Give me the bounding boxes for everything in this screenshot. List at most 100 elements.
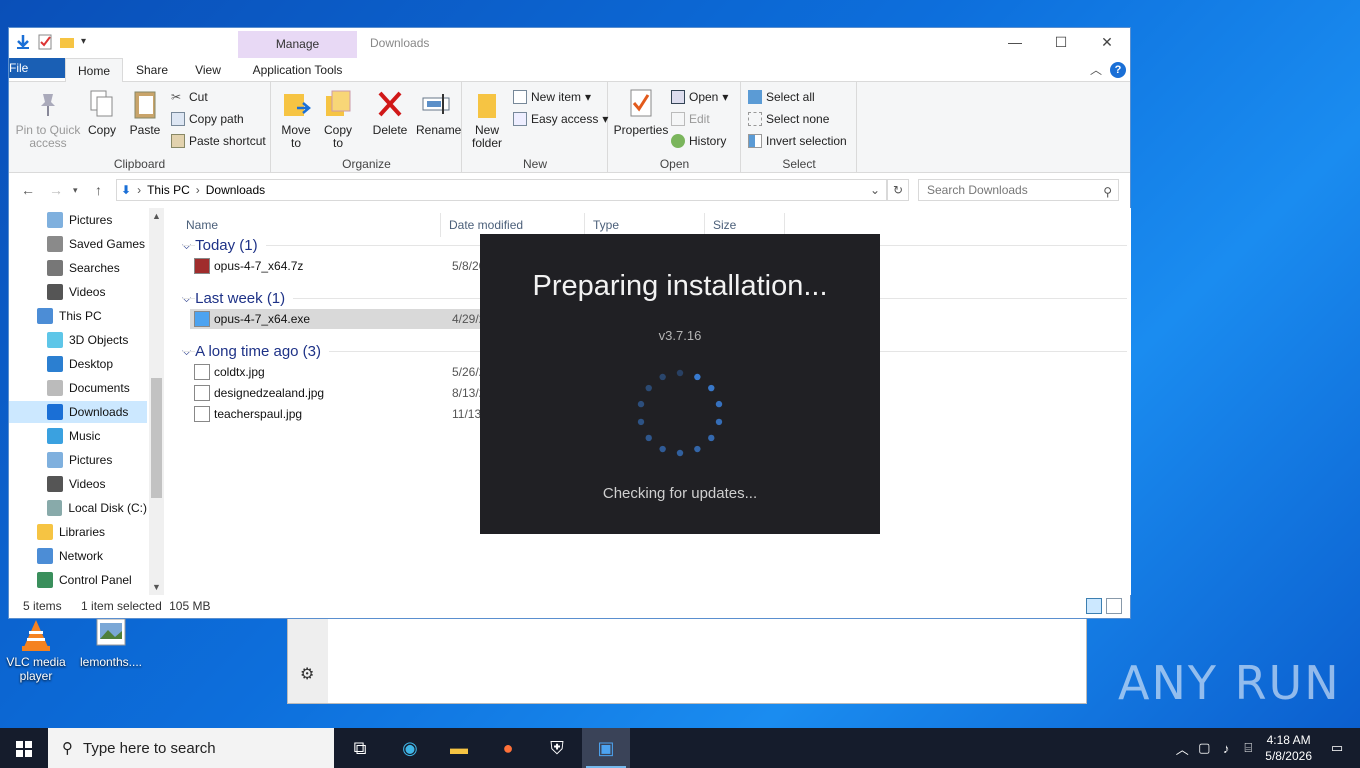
large-icons-view-icon[interactable] (1106, 598, 1122, 614)
new-item-button[interactable]: New item ▾ (513, 90, 591, 104)
address-bar[interactable]: ⬇ › This PC › Downloads ⌄ (116, 179, 887, 201)
nav-item-libraries[interactable]: Libraries (9, 521, 147, 543)
spinner-dot (694, 445, 701, 453)
edge-browser-icon[interactable]: ◉ (386, 728, 434, 768)
nav-item-label: Libraries (59, 525, 106, 539)
installer-app-icon[interactable]: ▣ (582, 728, 630, 768)
nav-item-desktop[interactable]: Desktop (9, 353, 147, 375)
paste-button[interactable]: Paste (127, 88, 163, 137)
back-arrow-icon[interactable]: ← (21, 182, 35, 198)
properties-qat-icon[interactable] (37, 34, 53, 50)
file-row[interactable]: teacherspaul.jpg 11/13/ (190, 404, 484, 424)
rename-button[interactable]: Rename (416, 88, 461, 137)
nav-item-control-panel[interactable]: Control Panel (9, 569, 147, 591)
scroll-thumb[interactable] (151, 378, 162, 498)
paste-shortcut-button[interactable]: Paste shortcut (171, 134, 266, 148)
pin-quick-access-button[interactable]: Pin to Quick access (13, 88, 83, 150)
scroll-up-icon[interactable]: ▲ (149, 211, 164, 221)
network-icon[interactable]: ⌸ (1237, 740, 1259, 756)
copy-path-button[interactable]: Copy path (171, 112, 244, 126)
breadcrumb-downloads[interactable]: Downloads (206, 183, 265, 197)
clock[interactable]: 4:18 AM 5/8/2026 (1265, 732, 1312, 764)
nav-item-pictures[interactable]: Pictures (9, 209, 147, 231)
desktop-icon-vlc[interactable]: VLC media player (0, 617, 72, 683)
nav-item-label: Music (69, 429, 101, 443)
nav-item-3d-objects[interactable]: 3D Objects (9, 329, 147, 351)
minimize-button[interactable]: — (992, 28, 1038, 56)
download-arrow-icon (15, 34, 31, 50)
nav-item-searches[interactable]: Searches (9, 257, 147, 279)
forward-arrow-icon[interactable]: → (49, 182, 63, 198)
nav-item-documents[interactable]: Documents (9, 377, 147, 399)
invert-selection-button[interactable]: Invert selection (748, 134, 847, 148)
maximize-button[interactable]: ☐ (1038, 28, 1084, 56)
new-folder-button[interactable]: New folder (469, 88, 505, 150)
nav-item-local-disk-c[interactable]: Local Disk (C:) (9, 497, 147, 519)
file-row[interactable]: opus-4-7_x64.exe 4/29/2 (190, 309, 490, 329)
ribbon-tabs: File Home Share View Application Tools ︿… (9, 58, 1130, 83)
file-row[interactable]: opus-4-7_x64.7z 5/8/20 (190, 256, 485, 276)
details-view-icon[interactable] (1086, 598, 1102, 614)
chevron-down-icon[interactable]: ▾ (81, 34, 91, 50)
nav-item-pictures[interactable]: Pictures (9, 449, 147, 471)
new-folder-icon (472, 88, 502, 120)
scroll-down-icon[interactable]: ▼ (149, 582, 164, 592)
collapse-ribbon-icon[interactable]: ︿ (1090, 61, 1102, 78)
breadcrumb-this-pc[interactable]: This PC (147, 183, 190, 197)
delete-button[interactable]: Delete (372, 88, 408, 137)
chevron-up-icon[interactable]: ︿ (1171, 739, 1193, 758)
tab-manage[interactable]: Manage (238, 31, 357, 58)
select-none-button[interactable]: Select none (748, 112, 829, 126)
move-to-button[interactable]: Move to (278, 88, 314, 150)
nav-item-music[interactable]: Music (9, 425, 147, 447)
copy-button[interactable]: Copy (86, 88, 118, 137)
firefox-icon[interactable]: ● (484, 728, 532, 768)
notifications-icon[interactable]: ▭ (1326, 740, 1348, 756)
nav-item-this-pc[interactable]: This PC (9, 305, 147, 327)
recent-locations-icon[interactable]: ▾ (73, 185, 78, 196)
nav-item-saved-games[interactable]: Saved Games (9, 233, 147, 255)
tab-share[interactable]: Share (127, 58, 177, 82)
chevron-down-icon[interactable]: ⌄ (870, 183, 880, 197)
file-row[interactable]: designedzealand.jpg 8/13/2 (190, 383, 485, 403)
easy-access-button[interactable]: Easy access ▾ (513, 112, 608, 126)
nav-item-network[interactable]: Network (9, 545, 147, 567)
close-button[interactable]: ✕ (1084, 28, 1130, 56)
open-button[interactable]: Open ▾ (671, 90, 728, 104)
spinner-dot (676, 449, 684, 457)
history-button[interactable]: History (671, 134, 726, 148)
help-icon[interactable]: ? (1110, 61, 1126, 78)
tab-application-tools[interactable]: Application Tools (238, 58, 357, 82)
new-folder-qat-icon[interactable] (59, 34, 75, 50)
taskbar-search-input[interactable]: ⚲ Type here to search (48, 728, 334, 768)
start-button[interactable] (0, 728, 48, 768)
cut-button[interactable]: ✂ Cut (171, 90, 208, 104)
nav-item-videos[interactable]: Videos (9, 281, 147, 303)
tab-home[interactable]: Home (65, 58, 123, 83)
file-group-label: Last week (1) (195, 289, 294, 307)
select-all-icon (748, 90, 762, 104)
properties-icon (626, 88, 656, 120)
tab-view[interactable]: View (183, 58, 233, 82)
gear-icon[interactable]: ⚙ (300, 667, 316, 683)
properties-button[interactable]: Properties (611, 88, 671, 137)
file-row[interactable]: coldtx.jpg 5/26/2 (190, 362, 485, 382)
nav-item-videos[interactable]: Videos (9, 473, 147, 495)
edit-button[interactable]: Edit (671, 112, 710, 126)
copy-to-button[interactable]: Copy to (320, 88, 356, 150)
task-view-icon[interactable]: ⧉ (336, 728, 384, 768)
desktop-icon-lemonths[interactable]: lemonths.... (75, 617, 147, 669)
volume-icon[interactable]: ♪ (1215, 741, 1237, 756)
up-arrow-icon[interactable]: ↑ (95, 182, 102, 198)
search-input[interactable]: Search Downloads ⚲ (918, 179, 1119, 201)
nav-item-downloads[interactable]: Downloads (9, 401, 147, 423)
meet-now-icon[interactable]: ▢ (1193, 740, 1215, 756)
nav-item-label: 3D Objects (69, 333, 129, 347)
refresh-icon[interactable]: ↻ (887, 179, 909, 201)
tab-file[interactable]: File (9, 58, 65, 78)
select-all-button[interactable]: Select all (748, 90, 815, 104)
file-explorer-icon[interactable]: ▬ (435, 728, 483, 768)
nav-scrollbar[interactable]: ▲ ▼ (149, 208, 164, 595)
network-icon (37, 548, 53, 564)
security-shield-icon[interactable]: ⛨ (533, 728, 581, 768)
